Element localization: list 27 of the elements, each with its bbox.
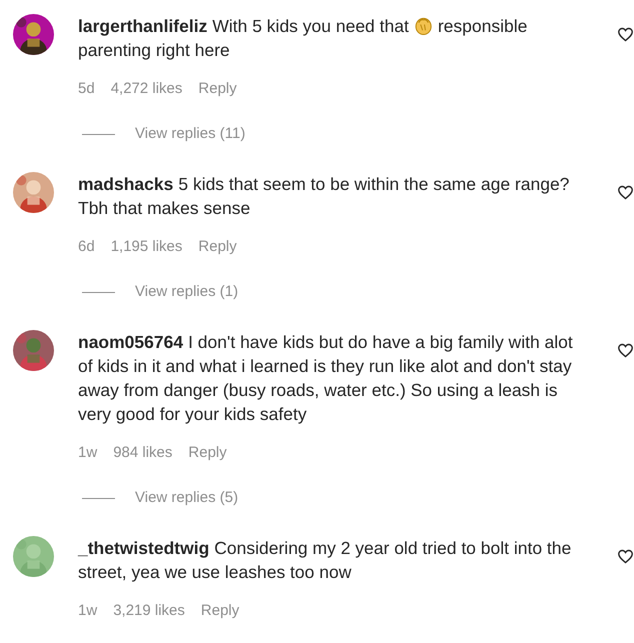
reply-button[interactable]: Reply (198, 237, 237, 257)
view-replies-button[interactable]: View replies (11) (135, 124, 246, 144)
heart-icon[interactable] (617, 26, 634, 43)
comment-time: 6d (78, 237, 95, 257)
view-replies-button[interactable]: View replies (1) (135, 282, 238, 302)
comment-time: 5d (78, 79, 95, 99)
comment-text: largerthanlifeliz With 5 kids you need that responsible parenting right here (78, 15, 528, 62)
comment-text: _thetwistedtwig Considering my 2 year old tried to bolt into the street, yea we use leashes too now (78, 537, 572, 584)
comment-text: madshacks 5 kids that seem to be within the same age range? Tbh that makes sense (78, 173, 570, 220)
reply-button[interactable]: Reply (198, 79, 237, 99)
username[interactable]: naom056764 (78, 332, 184, 352)
like-count: 3,219 likes (113, 601, 185, 621)
comment-text: naom056764 I don't have kids but do have a big family with alot of kids in it and what i learned is they run like alot and don't stay away from danger (busy roads, water etc.) So using a leash is very good for your kids safety (78, 331, 574, 426)
username[interactable]: _thetwistedtwig (78, 538, 210, 558)
heart-icon[interactable] (617, 548, 634, 565)
like-count: 984 likes (113, 443, 172, 463)
view-replies-button[interactable]: View replies (5) (135, 488, 238, 508)
comment-time: 1w (78, 443, 98, 463)
reply-button[interactable]: Reply (200, 601, 240, 621)
heart-icon[interactable] (617, 184, 634, 201)
comment-time: 1w (78, 601, 98, 621)
like-count: 1,195 likes (110, 237, 182, 257)
username[interactable]: largerthanlifeliz (78, 16, 208, 36)
username[interactable]: madshacks (78, 174, 174, 194)
reply-button[interactable]: Reply (188, 443, 227, 463)
heart-icon[interactable] (617, 342, 634, 359)
like-count: 4,272 likes (110, 79, 182, 99)
